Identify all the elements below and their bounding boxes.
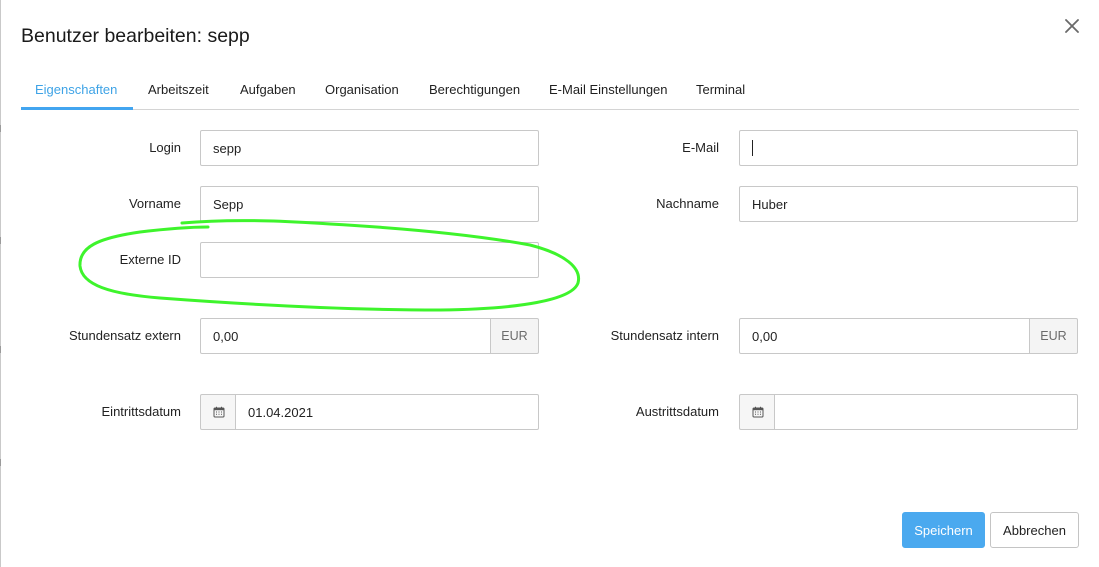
save-button[interactable]: Speichern	[902, 512, 985, 548]
nachname-input[interactable]	[739, 186, 1078, 222]
externe-id-label: Externe ID	[119, 252, 181, 267]
stundensatz-intern-label: Stundensatz intern	[610, 328, 719, 343]
stundensatz-intern-input[interactable]	[739, 318, 1031, 354]
stundensatz-extern-label: Stundensatz extern	[68, 328, 181, 343]
email-label: E-Mail	[682, 140, 719, 155]
window-edge	[0, 0, 1, 567]
close-button[interactable]	[1060, 14, 1084, 38]
close-icon	[1065, 19, 1079, 33]
cancel-button[interactable]: Abbrechen	[990, 512, 1079, 548]
tab-organisation[interactable]: Organisation	[325, 82, 399, 97]
calendar-icon	[752, 406, 763, 418]
eintrittsdatum-calendar-button[interactable]	[200, 394, 237, 430]
vorname-input[interactable]	[200, 186, 539, 222]
vorname-label: Vorname	[128, 196, 181, 211]
tab-bar: Eigenschaften Arbeitszeit Aufgaben Organ…	[21, 70, 1079, 110]
eintrittsdatum-label: Eintrittsdatum	[101, 404, 181, 419]
currency-addon-extern: EUR	[490, 318, 539, 354]
active-tab-indicator	[21, 107, 133, 110]
tab-eigenschaften[interactable]: Eigenschaften	[35, 82, 117, 97]
tab-aufgaben[interactable]: Aufgaben	[240, 82, 296, 97]
calendar-icon	[213, 406, 224, 418]
eintrittsdatum-input[interactable]	[235, 394, 539, 430]
nachname-label: Nachname	[656, 196, 719, 211]
tab-terminal[interactable]: Terminal	[696, 82, 745, 97]
stundensatz-extern-input[interactable]	[200, 318, 492, 354]
text-cursor	[752, 140, 753, 156]
externe-id-input[interactable]	[200, 242, 539, 278]
login-input[interactable]	[200, 130, 539, 166]
login-label: Login	[149, 140, 181, 155]
austrittsdatum-label: Austrittsdatum	[635, 404, 719, 419]
dialog-title: Benutzer bearbeiten: sepp	[21, 25, 250, 47]
tab-berechtigungen[interactable]: Berechtigungen	[429, 82, 520, 97]
austrittsdatum-calendar-button[interactable]	[739, 394, 776, 430]
email-input[interactable]	[739, 130, 1078, 166]
currency-addon-intern: EUR	[1029, 318, 1078, 354]
austrittsdatum-input[interactable]	[774, 394, 1078, 430]
tab-arbeitszeit[interactable]: Arbeitszeit	[148, 82, 209, 97]
tab-email-einstellungen[interactable]: E-Mail Einstellungen	[549, 82, 668, 97]
